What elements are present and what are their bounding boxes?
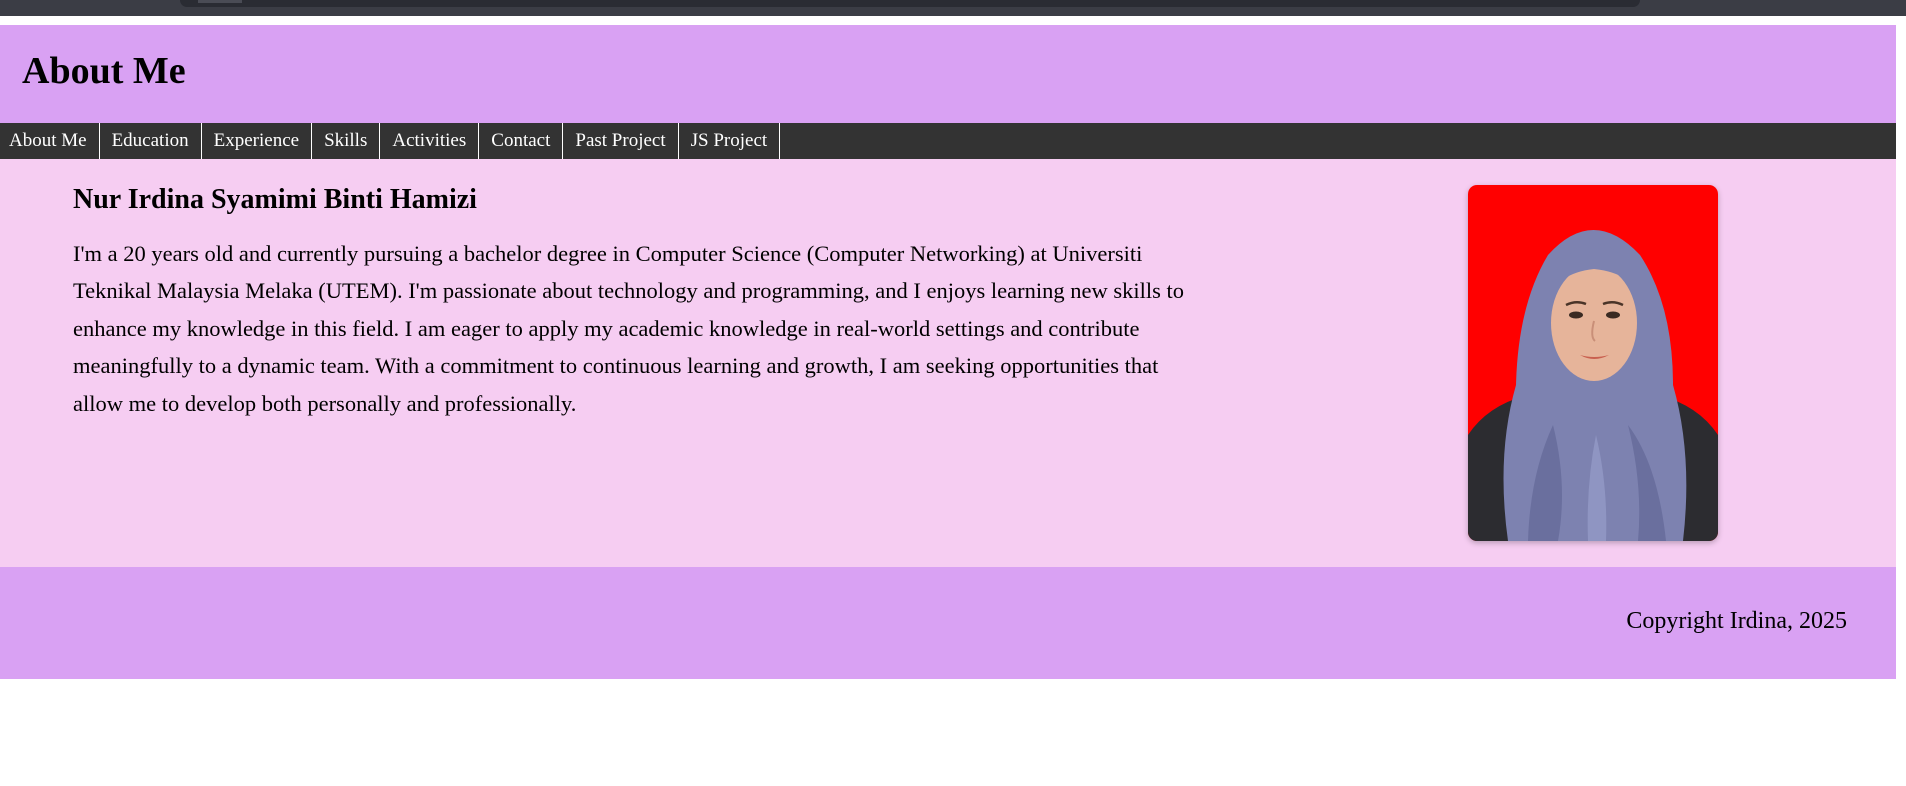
browser-tab-edge bbox=[198, 0, 242, 3]
page-title: About Me bbox=[22, 50, 186, 92]
nav-item-skills[interactable]: Skills bbox=[312, 123, 381, 159]
nav-item-about-me[interactable]: About Me bbox=[0, 123, 100, 159]
nav-item-contact[interactable]: Contact bbox=[479, 123, 564, 159]
nav-item-past-project[interactable]: Past Project bbox=[563, 123, 679, 159]
portrait-illustration bbox=[1468, 185, 1718, 541]
page: About Me About Me Education Experience S… bbox=[0, 25, 1896, 679]
nav-item-js-project[interactable]: JS Project bbox=[679, 123, 781, 159]
profile-photo bbox=[1468, 185, 1718, 541]
site-header: About Me bbox=[0, 25, 1896, 123]
nav-item-education[interactable]: Education bbox=[100, 123, 202, 159]
nav-item-experience[interactable]: Experience bbox=[202, 123, 313, 159]
site-footer: Copyright Irdina, 2025 bbox=[0, 567, 1896, 679]
person-name: Nur Irdina Syamimi Binti Hamizi bbox=[73, 184, 477, 215]
about-section: Nur Irdina Syamimi Binti Hamizi I'm a 20… bbox=[0, 159, 1896, 567]
browser-top-strip bbox=[0, 0, 1906, 16]
browser-address-bar-edge bbox=[180, 0, 1640, 7]
copyright-text: Copyright Irdina, 2025 bbox=[1626, 608, 1847, 634]
bio-paragraph: I'm a 20 years old and currently pursuin… bbox=[73, 240, 1184, 416]
nav-item-activities[interactable]: Activities bbox=[380, 123, 480, 159]
about-text: Nur Irdina Syamimi Binti Hamizi I'm a 20… bbox=[73, 183, 1203, 422]
navbar: About Me Education Experience Skills Act… bbox=[0, 123, 1896, 159]
